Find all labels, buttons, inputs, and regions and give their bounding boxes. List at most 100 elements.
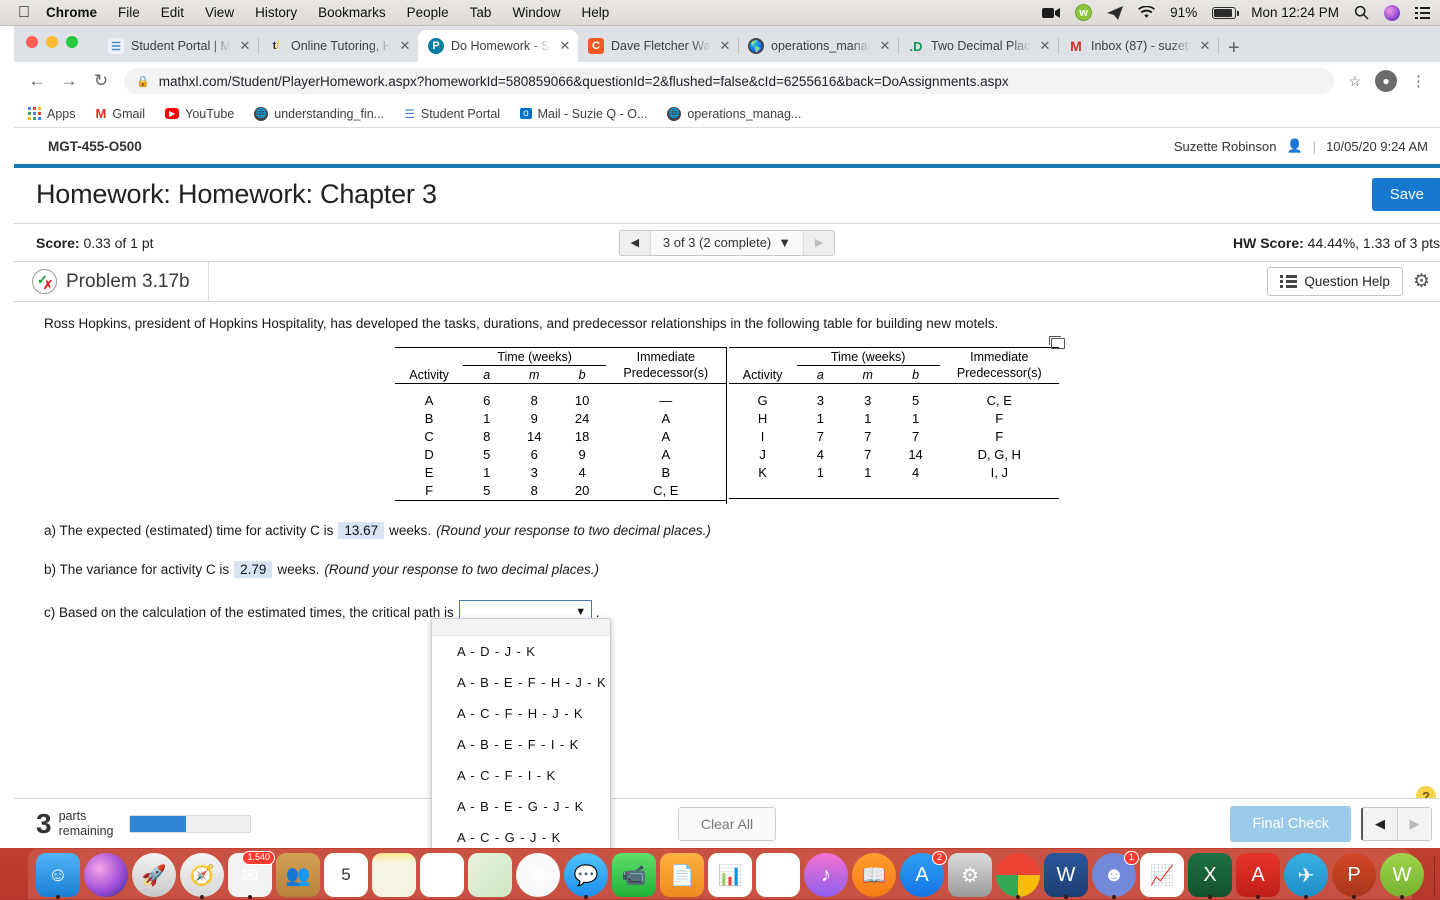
dock-telegram-icon[interactable]: ✈ [1284,853,1328,899]
tab-online-tutoring[interactable]: t/ Online Tutoring, Hom ✕ [258,30,419,62]
dropdown-option[interactable]: A - C - F - H - J - K [432,698,610,729]
chrome-menu-icon[interactable]: ⋮ [1411,72,1426,90]
dock-numbers-icon[interactable]: 📊 [708,853,752,897]
close-tab-icon[interactable]: ✕ [398,38,412,54]
dock-excel-icon[interactable]: X [1188,853,1232,899]
dropdown-blank-option[interactable] [432,619,610,636]
dock-word-icon[interactable]: W [1044,853,1088,899]
dropdown-option[interactable]: A - B - E - G - J - K [432,791,610,822]
save-button[interactable]: Save [1371,178,1440,211]
address-bar[interactable]: 🔒 mathxl.com/Student/PlayerHomework.aspx… [124,68,1335,94]
menu-file[interactable]: File [118,5,140,20]
wunderlist-menu-icon[interactable]: w [1075,4,1093,21]
dock-finder-icon[interactable]: ☺ [36,853,80,899]
nav-prev-icon[interactable]: ◀ [1363,807,1397,840]
bookmark-student-portal[interactable]: ☰ Student Portal [404,107,500,121]
menu-window[interactable]: Window [512,5,560,20]
close-tab-icon[interactable]: ✕ [1198,38,1212,54]
dock-wunderlist-icon[interactable]: W [1380,853,1424,899]
new-tab-button[interactable]: + [1228,38,1240,58]
close-window-button[interactable] [26,36,38,48]
screen-recording-icon[interactable] [1042,7,1061,19]
dock-system-preferences-icon[interactable]: ⚙ [948,853,992,897]
copy-to-clipboard-icon[interactable] [1049,336,1065,349]
back-arrow-icon[interactable]: ← [28,71,46,91]
question-pager[interactable]: ◀ 3 of 3 (2 complete) ▼ ▶ [618,229,836,256]
menu-people[interactable]: People [407,5,449,20]
nav-next-icon[interactable]: ▶ [1397,807,1431,840]
critical-path-dropdown[interactable]: A - D - J - K A - B - E - F - H - J - K … [431,618,611,862]
prev-question-arrow[interactable]: ◀ [619,230,650,255]
dock-activity-monitor-icon[interactable]: 📈 [1140,853,1184,897]
tab-do-homework[interactable]: P Do Homework - Suze ✕ [418,30,578,62]
apple-menu-icon[interactable]:  [18,4,30,21]
clear-all-button[interactable]: Clear All [677,806,777,841]
close-tab-icon[interactable]: ✕ [238,38,252,54]
reload-icon[interactable]: ↻ [92,71,110,91]
menubar-clock[interactable]: Mon 12:24 PM [1251,5,1339,20]
close-tab-icon[interactable]: ✕ [878,38,892,54]
bookmark-star-icon[interactable]: ☆ [1348,73,1361,90]
dock-launchpad-icon[interactable]: 🚀 [132,853,176,897]
question-help-button[interactable]: Question Help [1267,267,1403,296]
menu-chrome[interactable]: Chrome [46,5,97,20]
bookmark-gmail[interactable]: M Gmail [96,106,146,121]
dock-acrobat-icon[interactable]: A [1236,853,1280,899]
dock-reminders-icon[interactable] [420,853,464,897]
menu-help[interactable]: Help [581,5,609,20]
final-check-button[interactable]: Final Check [1230,805,1351,842]
part-b-answer[interactable]: 2.79 [234,561,273,578]
menu-bookmarks[interactable]: Bookmarks [318,5,386,20]
bookmark-understanding-fin[interactable]: 🌐 understanding_fin... [254,106,384,121]
profile-avatar-icon[interactable]: ● [1375,70,1397,92]
menu-view[interactable]: View [205,5,234,20]
dock-chrome-icon[interactable] [996,853,1040,899]
maximize-window-button[interactable] [66,36,78,48]
dropdown-option[interactable]: A - B - E - F - H - J - K [432,667,610,698]
menu-history[interactable]: History [255,5,297,20]
dock-calendar-icon[interactable]: 5 [324,853,368,897]
dock-itunes-icon[interactable]: ♪ [804,853,848,897]
tab-student-portal[interactable]: ☰ Student Portal | Main ✕ [98,30,259,62]
window-controls[interactable] [26,36,78,48]
spotlight-search-icon[interactable] [1354,5,1369,20]
dock-safari-icon[interactable]: 🧭 [180,853,224,899]
tab-dave-fletcher[interactable]: C Dave Fletcher Was A ✕ [578,30,739,62]
forward-arrow-icon[interactable]: → [60,71,78,91]
chevron-down-icon[interactable]: ▼ [571,606,591,618]
close-tab-icon[interactable]: ✕ [718,38,732,54]
wifi-icon[interactable] [1138,6,1156,19]
gear-icon[interactable]: ⚙ [1413,270,1430,293]
telegram-icon[interactable] [1107,5,1124,20]
dock-keynote-icon[interactable]: 📽 [756,853,800,897]
tab-two-decimal-places[interactable]: .D Two Decimal Places ( ✕ [898,30,1059,62]
next-question-arrow[interactable]: ▶ [804,230,835,255]
dropdown-option[interactable]: A - C - F - I - K [432,760,610,791]
dock-mail-icon[interactable]: ✉ 1,540 [228,851,275,899]
question-pager-current[interactable]: 3 of 3 (2 complete) ▼ [649,230,805,255]
control-center-icon[interactable] [1415,6,1430,19]
tab-operations-management[interactable]: 🌎 operations_managem ✕ [738,30,899,62]
part-a-answer[interactable]: 13.67 [338,522,385,539]
dock-photos-icon[interactable]: ❋ [516,853,560,897]
dock-pages-icon[interactable]: 📄 [660,853,704,897]
dropdown-option[interactable]: A - D - J - K [432,636,610,667]
bookmark-operations-manag[interactable]: 🌐 operations_manag... [667,106,801,121]
dock-discord-icon[interactable]: ☻ 1 [1092,851,1139,899]
close-tab-icon[interactable]: ✕ [558,38,572,54]
dock-facetime-icon[interactable]: 📹 [612,853,656,897]
siri-icon[interactable] [1384,4,1400,21]
dock-app-store-icon[interactable]: A2 [900,851,947,897]
tab-inbox-gmail[interactable]: M Inbox (87) - suzette7 ✕ [1058,30,1219,62]
user-icon[interactable]: 👤 [1287,138,1303,154]
menu-edit[interactable]: Edit [161,5,184,20]
dropdown-option[interactable]: A - B - E - F - I - K [432,729,610,760]
menu-tab[interactable]: Tab [470,5,492,20]
dock-powerpoint-icon[interactable]: P [1332,853,1376,899]
dock-maps-icon[interactable] [468,853,512,897]
dock-siri-icon[interactable] [84,853,128,897]
dock-contacts-icon[interactable]: 👥 [276,853,320,897]
bookmark-youtube[interactable]: ▶ YouTube [165,107,234,121]
bookmark-apps[interactable]: Apps [28,107,76,121]
dock-notes-icon[interactable] [372,853,416,897]
